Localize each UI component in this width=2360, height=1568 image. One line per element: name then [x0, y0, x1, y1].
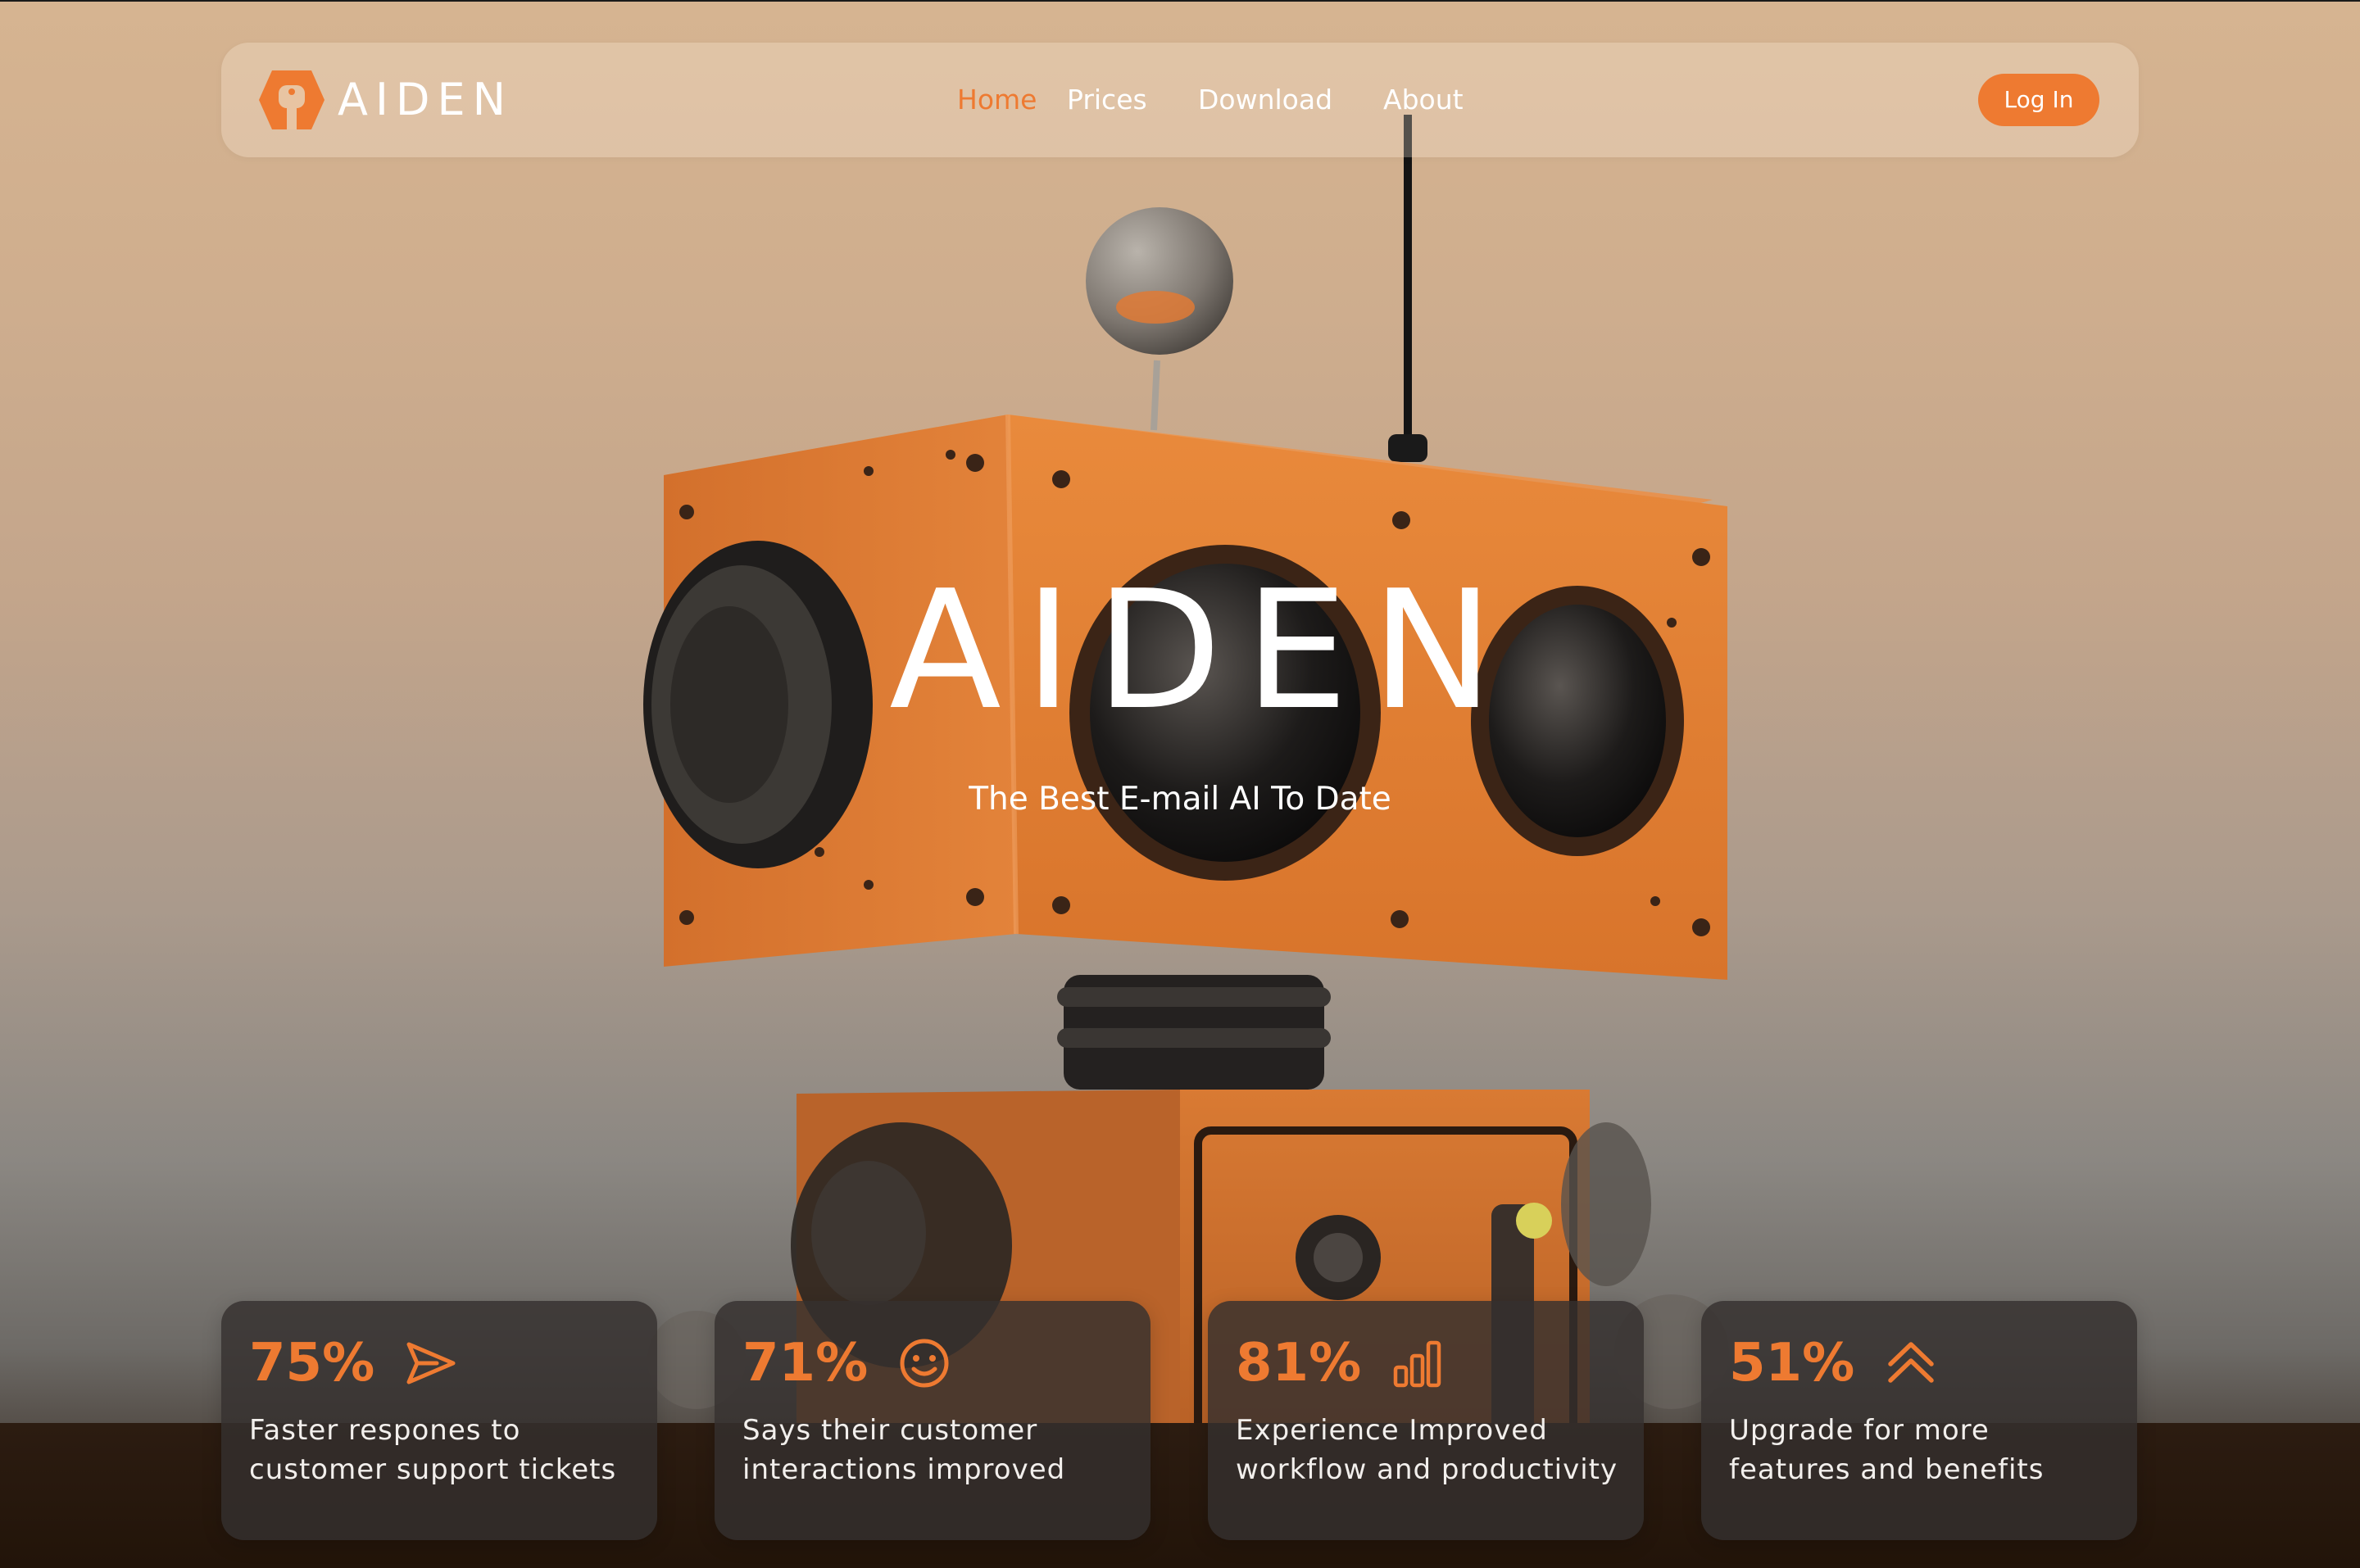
- stat-description-line: features and benefits: [1729, 1453, 2045, 1486]
- hero-subtitle: The Best E-mail AI To Date: [969, 781, 1391, 818]
- stat-card: 51% Upgrade for more features and benefi…: [1701, 1301, 2137, 1540]
- stat-description: Faster respones to customer support tick…: [249, 1411, 634, 1489]
- bar-chart-icon: [1393, 1340, 1441, 1388]
- smiley-icon: [900, 1339, 949, 1388]
- login-button[interactable]: Log In: [1978, 74, 2099, 126]
- stat-value: 71%: [742, 1333, 869, 1394]
- stat-description-line: Upgrade for more: [1729, 1414, 1990, 1447]
- stat-description-line: customer support tickets: [249, 1453, 617, 1486]
- navbar: AIDEN Home Prices Download About Log In: [221, 43, 2139, 157]
- stat-description-line: workflow and productivity: [1236, 1453, 1618, 1486]
- stat-value: 75%: [249, 1333, 375, 1394]
- stat-value: 51%: [1729, 1333, 1855, 1394]
- stat-description: Upgrade for more features and benefits: [1729, 1411, 2114, 1489]
- nav-link-prices[interactable]: Prices: [1067, 75, 1198, 125]
- stat-description-line: Experience Improved: [1236, 1414, 1548, 1447]
- hero-title: AIDEN: [889, 555, 1517, 746]
- nav-link-download[interactable]: Download: [1198, 75, 1383, 125]
- stat-card: 75% Faster respones to customer support …: [221, 1301, 657, 1540]
- stat-value: 81%: [1236, 1333, 1362, 1394]
- nav-links: Home Prices Download About: [957, 75, 1464, 125]
- stat-description: Says their customer interactions improve…: [742, 1411, 1128, 1489]
- stat-card: 71% Says their customer interactions imp…: [715, 1301, 1150, 1540]
- send-icon: [406, 1342, 456, 1384]
- nav-link-home[interactable]: Home: [957, 75, 1067, 125]
- brand-name: AIDEN: [338, 74, 513, 125]
- nav-link-about[interactable]: About: [1383, 75, 1464, 125]
- stat-card: 81% Experience Improved workflow and pro…: [1208, 1301, 1644, 1540]
- double-chevron-up-icon: [1888, 1342, 1934, 1383]
- robot-head-logo-icon: [259, 70, 324, 129]
- stat-description-line: interactions improved: [742, 1453, 1066, 1486]
- stat-description-line: Says their customer: [742, 1414, 1038, 1447]
- stat-description-line: Faster respones to: [249, 1414, 521, 1447]
- landing-page: AIDEN Home Prices Download About Log In …: [0, 0, 2360, 1568]
- stat-description: Experience Improved workflow and product…: [1236, 1411, 1621, 1489]
- brand-logo[interactable]: AIDEN: [257, 67, 513, 133]
